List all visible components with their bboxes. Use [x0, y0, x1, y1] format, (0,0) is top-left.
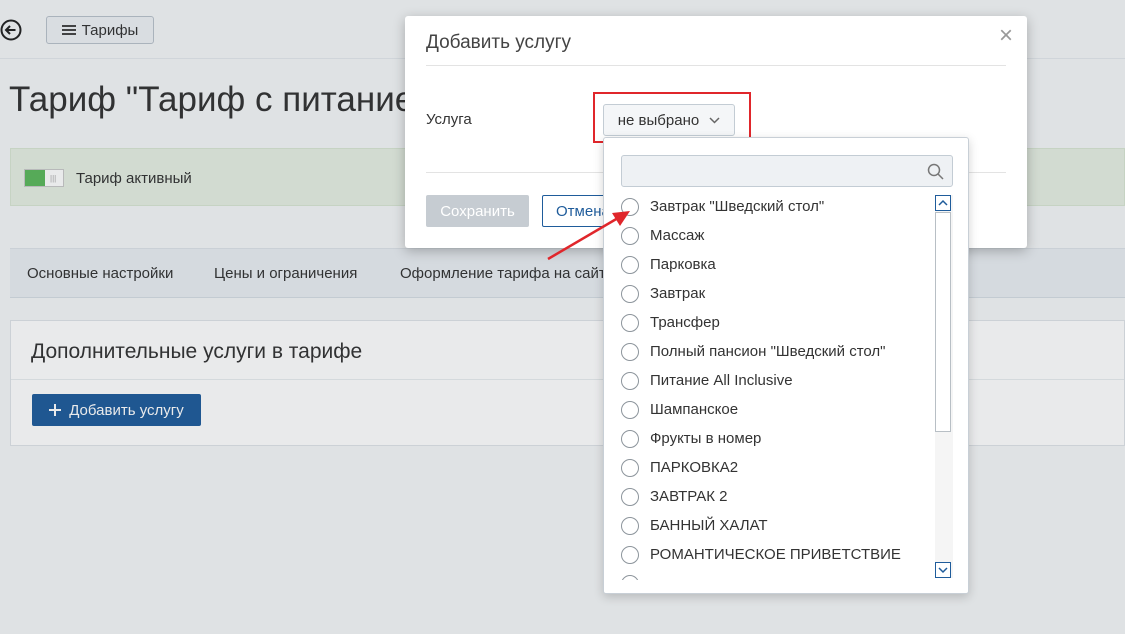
radio-icon — [621, 574, 639, 580]
list-item[interactable]: Парковка — [621, 250, 931, 279]
option-label: РОМАНТИЧЕСКОЕ ПРИВЕТСТВИЕ — [650, 546, 901, 563]
option-label: Фрукты в номер — [650, 430, 762, 447]
option-label: БАННЫЙ ХАЛАТ — [650, 517, 768, 534]
list-item[interactable]: ПАРКОВКА2 — [621, 453, 931, 482]
radio-icon — [621, 313, 639, 332]
radio-icon — [621, 197, 639, 216]
option-label: Трансфер — [650, 314, 720, 331]
option-label: Парковка — [650, 256, 716, 273]
option-label: Завтрак "Шведский стол" — [650, 198, 825, 215]
list-item[interactable] — [621, 569, 931, 580]
dropdown-scrollbar[interactable] — [935, 195, 953, 578]
list-item[interactable]: Трансфер — [621, 308, 931, 337]
option-label: Полный пансион "Шведский стол" — [650, 343, 886, 360]
radio-icon — [621, 284, 639, 303]
radio-icon — [621, 545, 639, 564]
option-label: ПАРКОВКА2 — [650, 459, 739, 476]
option-label: Шампанское — [650, 401, 739, 418]
radio-icon — [621, 429, 639, 448]
modal-title: Добавить услугу — [426, 32, 572, 53]
list-item[interactable]: Шампанское — [621, 395, 931, 424]
option-label: Массаж — [650, 227, 705, 244]
close-icon[interactable]: × — [999, 24, 1013, 48]
list-item[interactable]: ЗАВТРАК 2 — [621, 482, 931, 511]
list-item[interactable]: Завтрак "Шведский стол" — [621, 192, 931, 221]
radio-icon — [621, 255, 639, 274]
dropdown-options-list: Завтрак "Шведский стол" Массаж Парковка … — [604, 192, 934, 580]
list-item[interactable]: БАННЫЙ ХАЛАТ — [621, 511, 931, 540]
chevron-down-icon — [938, 567, 948, 574]
list-item[interactable]: Завтрак — [621, 279, 931, 308]
radio-icon — [621, 342, 639, 361]
save-button[interactable]: Сохранить — [426, 195, 529, 227]
list-item[interactable]: Массаж — [621, 221, 931, 250]
radio-icon — [621, 371, 639, 390]
option-label: Завтрак — [650, 285, 706, 302]
list-item[interactable]: Фрукты в номер — [621, 424, 931, 453]
scrollbar-thumb[interactable] — [935, 212, 951, 432]
radio-icon — [621, 458, 639, 477]
radio-icon — [621, 516, 639, 535]
option-label: Питание All Inclusive — [650, 372, 793, 389]
search-icon — [927, 163, 944, 180]
service-dropdown: Завтрак "Шведский стол" Массаж Парковка … — [603, 137, 969, 594]
list-item[interactable]: РОМАНТИЧЕСКОЕ ПРИВЕТСТВИЕ — [621, 540, 931, 569]
radio-icon — [621, 226, 639, 245]
scroll-down-button[interactable] — [935, 562, 951, 578]
radio-icon — [621, 487, 639, 506]
list-item[interactable]: Питание All Inclusive — [621, 366, 931, 395]
option-label: ЗАВТРАК 2 — [650, 488, 728, 505]
dropdown-search-input[interactable] — [621, 155, 953, 187]
modal-divider-top — [426, 65, 1006, 66]
service-field-label: Услуга — [426, 111, 472, 128]
list-item[interactable]: Полный пансион "Шведский стол" — [621, 337, 931, 366]
scroll-up-button[interactable] — [935, 195, 951, 211]
radio-icon — [621, 400, 639, 419]
chevron-up-icon — [938, 199, 948, 206]
annotation-highlight-box — [593, 92, 751, 143]
